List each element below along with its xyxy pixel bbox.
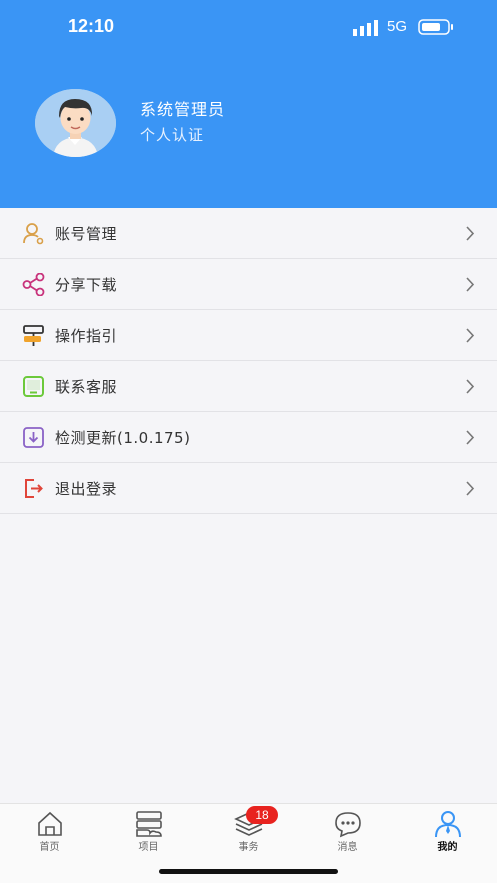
menu-label: 分享下载	[55, 276, 118, 294]
chevron-right-icon	[466, 277, 475, 292]
chevron-right-icon	[466, 328, 475, 343]
menu-item-update[interactable]: 检测更新(1.0.175)	[0, 412, 497, 463]
home-indicator[interactable]	[159, 869, 338, 874]
tab-label: 消息	[337, 842, 358, 853]
tab-project[interactable]: 项目	[99, 808, 198, 854]
profile-icon	[435, 811, 461, 838]
tab-home[interactable]: 首页	[0, 808, 99, 854]
menu-item-guide[interactable]: 操作指引	[0, 310, 497, 361]
download-icon	[23, 427, 44, 448]
tab-mine[interactable]: 我的	[398, 808, 497, 854]
avatar[interactable]	[35, 89, 116, 157]
menu-item-share[interactable]: 分享下载	[0, 259, 497, 310]
home-icon	[38, 811, 62, 836]
chevron-right-icon	[466, 226, 475, 241]
signal-icon	[353, 20, 378, 36]
network-type: 5G	[387, 18, 408, 35]
share-icon	[22, 273, 45, 296]
signpost-icon	[23, 325, 44, 346]
settings-menu: 账号管理 分享下载 操作指引 联系客服 检测更新(1.0.175) 退出登录	[0, 208, 497, 514]
menu-label: 账号管理	[55, 225, 118, 243]
status-time: 12:10	[68, 16, 115, 36]
chevron-right-icon	[466, 379, 475, 394]
tab-label: 我的	[437, 842, 458, 853]
tab-label: 首页	[39, 842, 60, 853]
status-bar: 12:10 5G	[0, 0, 497, 54]
user-name: 系统管理员	[140, 100, 226, 119]
menu-item-support[interactable]: 联系客服	[0, 361, 497, 412]
tablet-icon	[23, 376, 44, 397]
menu-item-logout[interactable]: 退出登录	[0, 463, 497, 514]
menu-label: 操作指引	[55, 327, 118, 345]
user-gear-icon	[23, 223, 44, 245]
tab-label: 事务	[238, 842, 259, 853]
menu-label: 联系客服	[55, 378, 118, 396]
avatar-icon	[35, 89, 116, 157]
chevron-right-icon	[466, 481, 475, 496]
project-icon	[136, 811, 162, 837]
menu-label: 检测更新(1.0.175)	[55, 429, 191, 447]
message-icon	[335, 812, 361, 838]
tab-messages[interactable]: 消息	[298, 808, 397, 854]
menu-label: 退出登录	[55, 480, 118, 498]
chevron-right-icon	[466, 430, 475, 445]
battery-icon	[418, 19, 453, 35]
menu-item-account[interactable]: 账号管理	[0, 208, 497, 259]
user-verification[interactable]: 个人认证	[140, 124, 204, 145]
affairs-badge: 18	[246, 806, 278, 824]
profile-header: 12:10 5G 系统管理员 个人认证	[0, 0, 497, 208]
tab-label: 项目	[138, 842, 159, 853]
logout-icon	[25, 479, 43, 498]
